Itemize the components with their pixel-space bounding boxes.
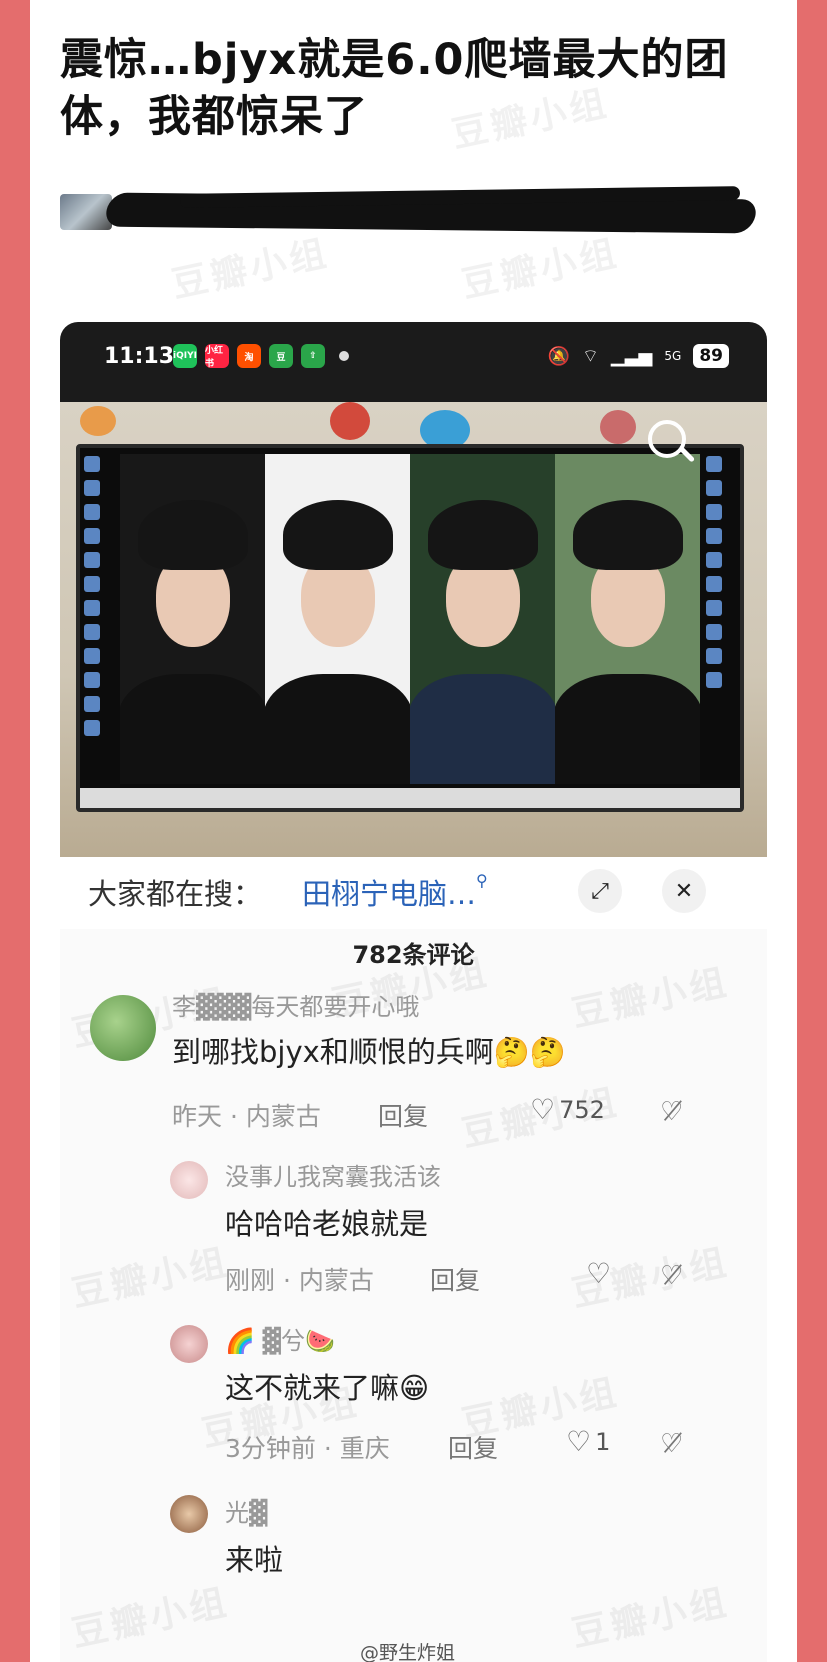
portrait bbox=[555, 454, 700, 784]
watermark: 豆瓣小组 bbox=[458, 232, 624, 307]
figurine bbox=[600, 410, 636, 444]
search-suggestion-bar[interactable]: 大家都在搜： 田栩宁电脑…⚲ ⤢ ✕ bbox=[60, 857, 767, 929]
signal-icon: ▁▃▅ bbox=[610, 345, 653, 367]
image-search-icon[interactable] bbox=[648, 420, 686, 458]
search-prefix-label: 大家都在搜： bbox=[88, 877, 263, 911]
wifi-icon: ⌔ bbox=[581, 345, 599, 367]
taobao-icon: 淘 bbox=[237, 344, 261, 368]
computer-monitor bbox=[76, 444, 744, 812]
expand-icon[interactable]: ⤢ bbox=[578, 869, 622, 913]
comment-text: 哈哈哈老娘就是 bbox=[225, 1207, 429, 1241]
comment-author[interactable]: 没事儿我窝囊我活该 bbox=[225, 1157, 441, 1192]
post-panel: 豆瓣小组 豆瓣小组 豆瓣小组 震惊…bjyx就是6.0爬墙最大的团体，我都惊呆了… bbox=[30, 0, 797, 1662]
figurine bbox=[80, 406, 116, 436]
heart-icon: ♡ bbox=[530, 1093, 556, 1126]
like-count: 1 bbox=[595, 1427, 611, 1456]
dislike-icon[interactable]: ♡̸ bbox=[660, 1097, 683, 1127]
comment-text: 来啦 bbox=[225, 1543, 284, 1577]
search-term-text: 田栩宁电脑… bbox=[302, 877, 477, 911]
avatar[interactable] bbox=[170, 1495, 208, 1533]
watermark: 豆瓣小组 bbox=[568, 1581, 734, 1656]
desktop-photo[interactable] bbox=[60, 402, 767, 857]
wallpaper bbox=[120, 454, 700, 784]
taskbar bbox=[80, 788, 740, 808]
more-notifications-dot bbox=[339, 351, 349, 361]
comment-text: 这不就来了嘛😁 bbox=[225, 1371, 430, 1405]
desktop-icons-left bbox=[84, 456, 114, 776]
xiaohongshu-icon: 小红书 bbox=[205, 344, 229, 369]
heart-icon: ♡ bbox=[586, 1257, 612, 1290]
douban-icon: 豆 bbox=[269, 344, 293, 368]
comment-text: 到哪找bjyx和顺恨的兵啊🤔🤔 bbox=[172, 1035, 567, 1069]
notification-app-icons: iQIYI 小红书 淘 豆 ⇧ bbox=[173, 344, 349, 369]
battery-level: 89 bbox=[693, 344, 729, 368]
like-count: 752 bbox=[559, 1095, 605, 1124]
avatar[interactable] bbox=[170, 1161, 208, 1199]
app-screenshot: 11:13 iQIYI 小红书 淘 豆 ⇧ 🔕 ⌔ ▁▃▅ 5G 89 大家都在… bbox=[60, 322, 767, 1662]
update-icon: ⇧ bbox=[301, 344, 325, 368]
avatar[interactable] bbox=[90, 995, 156, 1061]
comment-author[interactable]: 李▓▓▓每天都要开心哦 bbox=[172, 987, 419, 1022]
heart-icon: ♡ bbox=[566, 1425, 592, 1458]
portrait bbox=[410, 454, 555, 784]
watermark: 豆瓣小组 bbox=[168, 232, 334, 307]
status-icons: 🔕 ⌔ ▁▃▅ 5G 89 bbox=[548, 344, 729, 368]
dislike-icon[interactable]: ♡̸ bbox=[660, 1429, 683, 1459]
portrait bbox=[265, 454, 410, 784]
reply-button[interactable]: 回复 bbox=[430, 1261, 480, 1297]
comment-meta: 刚刚 · 内蒙古 bbox=[225, 1266, 374, 1295]
iqiyi-icon: iQIYI bbox=[173, 344, 197, 368]
like-button[interactable]: ♡ 752 bbox=[530, 1093, 605, 1126]
comment-author[interactable]: 🌈 ▓兮🍉 bbox=[225, 1321, 335, 1356]
comments-section: 豆瓣小组 豆瓣小组 豆瓣小组 豆瓣小组 豆瓣小组 豆瓣小组 豆瓣小组 豆瓣小组 … bbox=[60, 929, 767, 1662]
search-term-link[interactable]: 田栩宁电脑…⚲ bbox=[302, 871, 488, 913]
reply-button[interactable]: 回复 bbox=[448, 1429, 498, 1465]
like-button[interactable]: ♡ bbox=[586, 1257, 615, 1290]
like-button[interactable]: ♡ 1 bbox=[566, 1425, 610, 1458]
weibo-watermark: @野生炸姐 bbox=[360, 1642, 456, 1662]
dislike-icon[interactable]: ♡̸ bbox=[660, 1261, 683, 1291]
figurine bbox=[330, 402, 370, 440]
search-icon: ⚲ bbox=[476, 871, 488, 890]
close-icon[interactable]: ✕ bbox=[662, 869, 706, 913]
watermark: 豆瓣小组 bbox=[68, 1241, 234, 1316]
portrait bbox=[120, 454, 265, 784]
comment-meta: 3分钟前 · 重庆 bbox=[225, 1434, 390, 1463]
comment-count: 782条评论 bbox=[352, 941, 475, 969]
comment-meta: 昨天 · 内蒙古 bbox=[172, 1102, 321, 1131]
avatar[interactable] bbox=[170, 1325, 208, 1363]
author-avatar bbox=[60, 194, 112, 230]
watermark: 豆瓣小组 bbox=[68, 1581, 234, 1656]
status-bar: 11:13 iQIYI 小红书 淘 豆 ⇧ 🔕 ⌔ ▁▃▅ 5G 89 bbox=[60, 322, 767, 402]
mute-icon: 🔕 bbox=[547, 345, 570, 367]
post-title: 震惊…bjyx就是6.0爬墙最大的团体，我都惊呆了 bbox=[60, 35, 729, 142]
clock: 11:13 bbox=[104, 344, 175, 369]
network-type: 5G bbox=[664, 349, 682, 363]
desktop-icons-right bbox=[706, 456, 736, 776]
reply-button[interactable]: 回复 bbox=[378, 1097, 428, 1133]
comment-author[interactable]: 光▓ bbox=[225, 1493, 267, 1528]
author-row bbox=[60, 186, 760, 234]
